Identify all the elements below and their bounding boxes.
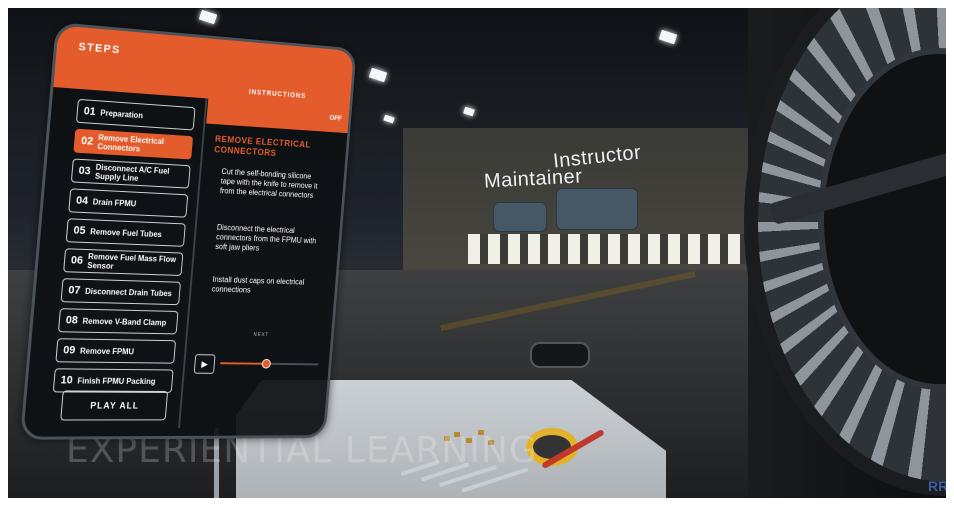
step-item-01[interactable]: 01 Preparation — [76, 99, 196, 131]
step-number: 05 — [73, 226, 86, 235]
hangar-door-windows — [468, 234, 758, 264]
instructor-avatar — [556, 188, 638, 230]
instruction-text: Cut the self-bonding silicone tape with … — [220, 167, 327, 201]
step-item-10[interactable]: 10 Finish FPMU Packing — [53, 368, 174, 393]
instruction-text: Disconnect the electrical connectors fro… — [215, 223, 323, 256]
progress-bar[interactable] — [220, 362, 318, 365]
step-label: Remove Electrical Connectors — [97, 133, 192, 156]
step-item-04[interactable]: 04 Drain FPMU — [68, 188, 188, 217]
play-icon[interactable]: ▶ — [194, 354, 216, 374]
step-item-02[interactable]: 02 Remove Electrical Connectors — [73, 129, 193, 160]
step-item-07[interactable]: 07 Disconnect Drain Tubes — [61, 278, 181, 305]
step-number: 08 — [65, 316, 78, 325]
step-label: Preparation — [100, 108, 143, 120]
next-button[interactable]: NEXT — [253, 332, 269, 338]
step-number: 06 — [71, 256, 84, 265]
step-label: Remove Fuel Tubes — [90, 227, 162, 239]
instruction-title: REMOVE ELECTRICAL CONNECTORS — [214, 134, 337, 163]
step-number: 01 — [83, 107, 96, 117]
vr-instruction-panel: STEPS INSTRUCTIONS OFF 01 Preparation 02 R… — [20, 22, 357, 440]
audio-toggle[interactable]: OFF — [329, 115, 342, 122]
step-item-05[interactable]: 05 Remove Fuel Tubes — [66, 218, 186, 247]
step-label: Drain FPMU — [92, 197, 136, 208]
step-label: Finish FPMU Packing — [77, 376, 156, 385]
step-item-03[interactable]: 03 Disconnect A/C Fuel Supply Line — [71, 158, 191, 188]
video-frame: Instructor Maintainer EXPERIENTIAL LEARN… — [0, 0, 954, 506]
step-number: 07 — [68, 286, 81, 295]
vr-controller — [530, 342, 590, 368]
step-label: Remove FPMU — [80, 346, 135, 356]
step-label: Remove V-Band Clamp — [82, 316, 166, 327]
play-all-button[interactable]: PLAY ALL — [60, 390, 168, 420]
step-list: 01 Preparation 02 Remove Electrical Connec… — [52, 99, 195, 399]
step-number: 02 — [81, 137, 94, 147]
step-number: 04 — [76, 196, 89, 206]
progress-fill — [220, 362, 265, 364]
maintainer-avatar — [493, 202, 547, 232]
steps-title: STEPS — [78, 41, 121, 56]
step-number: 03 — [78, 166, 91, 176]
step-item-06[interactable]: 06 Remove Fuel Mass Flow Sensor — [63, 248, 183, 276]
step-label: Disconnect A/C Fuel Supply Line — [95, 163, 190, 186]
step-label: Disconnect Drain Tubes — [85, 286, 172, 297]
step-item-08[interactable]: 08 Remove V-Band Clamp — [58, 308, 179, 334]
step-number: 09 — [63, 346, 76, 355]
instruction-text: Install dust caps on electrical connecti… — [211, 275, 318, 297]
step-item-09[interactable]: 09 Remove FPMU — [55, 338, 176, 363]
rolls-royce-icon: RR — [928, 478, 944, 496]
step-label: Remove Fuel Mass Flow Sensor — [87, 252, 182, 273]
progress-knob[interactable] — [261, 359, 271, 369]
step-number: 10 — [60, 376, 73, 385]
